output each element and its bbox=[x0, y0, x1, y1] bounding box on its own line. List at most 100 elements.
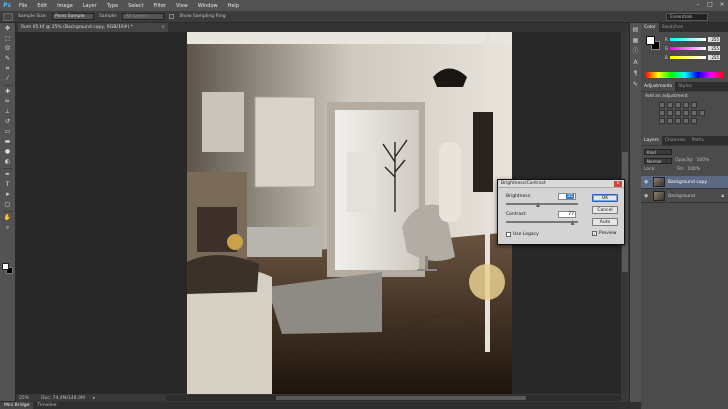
red-slider[interactable] bbox=[670, 37, 706, 41]
green-slider[interactable] bbox=[670, 46, 706, 50]
quick-select-tool-icon[interactable]: ✎ bbox=[3, 55, 13, 63]
document-tab[interactable]: Rum 05.tif @ 25% (Background copy, RGB/1… bbox=[18, 23, 168, 32]
healing-brush-icon[interactable]: ✚ bbox=[3, 88, 13, 96]
contrast-input[interactable]: 77 bbox=[558, 211, 576, 218]
horizontal-scroll-thumb[interactable] bbox=[276, 396, 526, 400]
properties-icon[interactable]: ▦ bbox=[632, 37, 640, 45]
foreground-color-swatch[interactable] bbox=[2, 263, 9, 270]
threshold-icon[interactable] bbox=[675, 118, 681, 124]
color-lookup-icon[interactable] bbox=[699, 110, 705, 116]
red-value[interactable]: 255 bbox=[708, 36, 720, 42]
visibility-eye-icon[interactable]: ◉ bbox=[644, 179, 650, 185]
marquee-tool-icon[interactable]: ⬚ bbox=[3, 35, 13, 43]
eyedropper-tool-icon[interactable]: ⁄ bbox=[3, 75, 13, 83]
gradient-map-icon[interactable] bbox=[683, 118, 689, 124]
color-balance-icon[interactable] bbox=[667, 110, 673, 116]
move-tool-icon[interactable]: ✥ bbox=[3, 25, 13, 33]
history-icon[interactable]: ▤ bbox=[632, 26, 640, 34]
type-tool-icon[interactable]: T bbox=[3, 181, 13, 189]
status-menu-icon[interactable]: ▸ bbox=[93, 396, 95, 401]
workspace-select[interactable]: Essentials bbox=[666, 13, 708, 21]
shape-tool-icon[interactable]: ▢ bbox=[3, 201, 13, 209]
minimize-icon[interactable]: – bbox=[694, 1, 702, 9]
contrast-slider[interactable] bbox=[506, 220, 578, 225]
menu-filter[interactable]: Filter bbox=[149, 3, 171, 9]
tab-styles[interactable]: Styles bbox=[675, 82, 695, 91]
menu-edit[interactable]: Edit bbox=[32, 3, 52, 9]
paragraph-icon[interactable]: ¶ bbox=[632, 70, 640, 78]
menu-layer[interactable]: Layer bbox=[78, 3, 102, 9]
dialog-close-icon[interactable]: × bbox=[614, 181, 622, 187]
levels-icon[interactable] bbox=[667, 102, 673, 108]
brightness-contrast-icon[interactable] bbox=[659, 102, 665, 108]
close-document-icon[interactable]: × bbox=[161, 23, 165, 32]
blue-value[interactable]: 255 bbox=[708, 54, 720, 60]
channel-mixer-icon[interactable] bbox=[691, 110, 697, 116]
exposure-icon[interactable] bbox=[683, 102, 689, 108]
sample-select[interactable]: All Layers bbox=[122, 13, 165, 20]
tab-swatches[interactable]: Swatches bbox=[659, 23, 687, 32]
dialog-title-bar[interactable]: Brightness/Contrast × bbox=[498, 180, 624, 188]
contrast-slider-handle[interactable] bbox=[570, 220, 575, 225]
use-legacy-checkbox[interactable] bbox=[506, 232, 511, 237]
cancel-button[interactable]: Cancel bbox=[592, 206, 618, 214]
tab-timeline[interactable]: Timeline bbox=[33, 402, 60, 409]
lasso-tool-icon[interactable]: ʘ bbox=[3, 45, 13, 53]
tab-adjustments[interactable]: Adjustments bbox=[641, 82, 676, 91]
auto-button[interactable]: Auto bbox=[592, 218, 618, 226]
menu-image[interactable]: Image bbox=[52, 3, 78, 9]
photo-filter-icon[interactable] bbox=[683, 110, 689, 116]
brush-presets-icon[interactable]: ✎ bbox=[632, 81, 640, 89]
character-icon[interactable]: A bbox=[632, 59, 640, 67]
tab-mini-bridge[interactable]: Mini Bridge bbox=[0, 402, 34, 409]
color-spectrum[interactable] bbox=[645, 72, 724, 78]
invert-icon[interactable] bbox=[659, 118, 665, 124]
history-brush-icon[interactable]: ↺ bbox=[3, 118, 13, 126]
color-foreground-swatch[interactable] bbox=[646, 36, 655, 45]
selective-color-icon[interactable] bbox=[691, 118, 697, 124]
opacity-value[interactable]: 100% bbox=[697, 158, 710, 163]
menu-file[interactable]: File bbox=[14, 3, 32, 9]
zoom-level[interactable]: 25% bbox=[19, 396, 33, 401]
menu-window[interactable]: Window bbox=[193, 3, 223, 9]
hand-tool-icon[interactable]: ✋ bbox=[3, 214, 13, 222]
curves-icon[interactable] bbox=[675, 102, 681, 108]
path-select-icon[interactable]: ➤ bbox=[3, 191, 13, 199]
zoom-tool-icon[interactable]: ⌕ bbox=[3, 224, 13, 232]
layer-row-background-copy[interactable]: ◉ Background copy bbox=[641, 176, 728, 189]
menu-select[interactable]: Select bbox=[123, 3, 148, 9]
layer-kind-select[interactable]: Kind bbox=[644, 148, 672, 155]
blue-slider[interactable] bbox=[670, 55, 706, 59]
blend-mode-select[interactable]: Normal bbox=[644, 157, 672, 164]
brightness-slider[interactable] bbox=[506, 202, 578, 207]
menu-help[interactable]: Help bbox=[223, 3, 244, 9]
ok-button[interactable]: OK bbox=[592, 194, 618, 202]
fill-value[interactable]: 100% bbox=[687, 167, 700, 172]
close-icon[interactable]: × bbox=[718, 1, 726, 9]
gradient-tool-icon[interactable]: ▬ bbox=[3, 138, 13, 146]
brush-tool-icon[interactable]: ✏ bbox=[3, 98, 13, 106]
vibrance-icon[interactable] bbox=[691, 102, 697, 108]
brightness-input[interactable]: 35 bbox=[558, 193, 576, 200]
blur-tool-icon[interactable]: ● bbox=[3, 148, 13, 156]
eyedropper-preset-icon[interactable] bbox=[3, 12, 13, 21]
eraser-tool-icon[interactable]: ▭ bbox=[3, 128, 13, 136]
posterize-icon[interactable] bbox=[667, 118, 673, 124]
tab-color[interactable]: Color bbox=[641, 23, 659, 32]
maximize-icon[interactable]: □ bbox=[706, 1, 714, 9]
document-image[interactable] bbox=[187, 32, 512, 394]
brightness-slider-handle[interactable] bbox=[535, 202, 540, 207]
preview-checkbox[interactable]: ✓ bbox=[592, 231, 597, 236]
horizontal-scrollbar[interactable] bbox=[166, 395, 621, 401]
visibility-eye-icon[interactable]: ◉ bbox=[644, 193, 650, 199]
menu-view[interactable]: View bbox=[171, 3, 193, 9]
info-icon[interactable]: ⓘ bbox=[632, 48, 640, 56]
crop-tool-icon[interactable]: ⌗ bbox=[3, 65, 13, 73]
green-value[interactable]: 255 bbox=[708, 45, 720, 51]
layer-row-background[interactable]: ◉ Background 🔒︎ bbox=[641, 190, 728, 203]
sample-size-select[interactable]: Point Sample bbox=[52, 13, 95, 20]
menu-type[interactable]: Type bbox=[102, 3, 123, 9]
tab-paths[interactable]: Paths bbox=[689, 136, 707, 145]
show-sampling-ring-checkbox[interactable] bbox=[169, 14, 175, 19]
tab-channels[interactable]: Channels bbox=[662, 136, 689, 145]
